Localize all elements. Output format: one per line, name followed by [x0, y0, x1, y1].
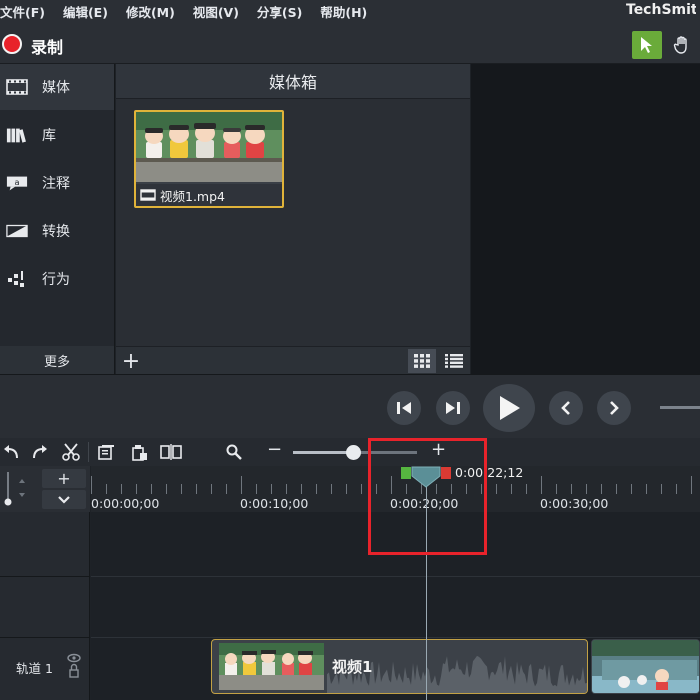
media-bin: 媒体箱 视频1.mp4 + — [116, 64, 470, 374]
menu-edit[interactable]: 编辑(E) — [63, 2, 108, 21]
menu-file[interactable]: 文件(F) — [0, 2, 45, 21]
media-item[interactable]: 视频1.mp4 — [134, 110, 284, 208]
undo-icon — [4, 445, 18, 459]
collapse-tracks-button[interactable] — [42, 490, 86, 509]
hand-icon — [673, 36, 687, 54]
grid-icon — [414, 354, 430, 368]
scissors-icon — [62, 443, 80, 461]
sidebar-more-button[interactable]: 更多 — [0, 346, 114, 374]
track-name[interactable]: 轨道 1 — [16, 658, 53, 677]
magnifier-icon — [226, 444, 242, 460]
svg-text:a: a — [14, 177, 19, 187]
media-bin-footer: + — [116, 346, 470, 374]
redo-button[interactable] — [29, 442, 51, 462]
zoom-out-button[interactable]: − — [267, 439, 282, 460]
record-button-label[interactable]: 录制 — [31, 34, 63, 58]
list-view-button[interactable] — [440, 349, 468, 373]
lane-divider — [91, 576, 700, 577]
ruler-label: 0:00:10;00 — [240, 496, 309, 511]
playback-scrubber[interactable] — [660, 406, 700, 409]
sidebar-item-label: 转换 — [42, 224, 70, 240]
zoom-button[interactable] — [223, 442, 245, 462]
brand-logo: TechSmith — [626, 2, 696, 18]
zoom-slider-handle[interactable] — [346, 445, 361, 460]
track-drag-handle-icon — [19, 479, 25, 497]
previous-marker-button[interactable] — [549, 391, 583, 425]
playback-controls — [0, 374, 700, 438]
chevron-down-icon — [58, 495, 70, 504]
media-item-name: 视频1.mp4 — [160, 188, 225, 204]
cut-button[interactable] — [60, 442, 82, 462]
clip-name: 视频1 — [332, 658, 373, 676]
sidebar-item-label: 媒体 — [42, 80, 70, 96]
library-books-icon — [6, 126, 28, 144]
callout-icon: a — [6, 174, 28, 192]
next-marker-button[interactable] — [597, 391, 631, 425]
track-divider — [0, 637, 90, 638]
timeline-clip-next[interactable] — [591, 639, 700, 694]
menu-view[interactable]: 视图(V) — [193, 2, 239, 21]
ruler-label: 0:00:00;00 — [91, 496, 160, 511]
paste-icon — [132, 445, 147, 461]
undo-button[interactable] — [0, 442, 22, 462]
sidebar-item-label: 行为 — [42, 272, 70, 288]
paste-button[interactable] — [128, 442, 150, 462]
toolbar-divider — [88, 442, 89, 462]
list-icon — [445, 354, 463, 368]
step-forward-icon — [446, 402, 460, 414]
select-tool-button[interactable] — [632, 31, 662, 59]
grid-view-button[interactable] — [408, 349, 436, 373]
split-button[interactable] — [160, 442, 182, 462]
menu-share[interactable]: 分享(S) — [257, 2, 302, 21]
transition-icon — [6, 222, 28, 240]
redo-icon — [33, 445, 47, 459]
track-header-controls: + — [0, 466, 90, 512]
copy-icon — [98, 445, 114, 460]
chevron-left-icon — [561, 401, 570, 415]
step-back-icon — [397, 402, 411, 414]
main-toolbar: 录制 — [0, 22, 700, 64]
sidebar-item-behaviors[interactable]: 行为 — [0, 256, 114, 302]
lane-divider — [91, 637, 700, 638]
media-item-label: 视频1.mp4 — [136, 184, 282, 206]
add-media-button[interactable]: + — [118, 349, 144, 374]
sidebar-item-library[interactable]: 库 — [0, 112, 114, 158]
highlight-box — [368, 438, 487, 555]
track-divider — [0, 576, 90, 577]
sidebar: 媒体 库 a 注释 转换 行为 更多 — [0, 64, 115, 374]
menu-bar: 文件(F) 编辑(E) 修改(M) 视图(V) 分享(S) 帮助(H) Tech… — [0, 0, 700, 22]
menu-help[interactable]: 帮助(H) — [320, 2, 367, 21]
track-visibility-icon[interactable] — [66, 652, 82, 682]
record-icon[interactable] — [2, 34, 22, 54]
clip-thumbnail — [592, 640, 699, 693]
play-button[interactable] — [483, 384, 535, 432]
chevron-right-icon — [610, 401, 619, 415]
track-headers: + 轨道 1 — [0, 466, 90, 700]
film-strip-icon — [6, 78, 28, 96]
play-icon — [500, 396, 520, 420]
split-icon — [160, 444, 182, 460]
sidebar-item-label: 库 — [42, 128, 56, 144]
ruler-label: 0:00:30;00 — [540, 496, 609, 511]
timeline-toolbar: − + — [0, 438, 700, 466]
sidebar-item-transitions[interactable]: 转换 — [0, 208, 114, 254]
video-thumbnail — [136, 112, 282, 182]
menu-modify[interactable]: 修改(M) — [126, 2, 175, 21]
copy-button[interactable] — [95, 442, 117, 462]
sidebar-item-annotations[interactable]: a 注释 — [0, 160, 114, 206]
track-height-slider[interactable] — [4, 472, 12, 506]
media-bin-title: 媒体箱 — [116, 64, 470, 99]
behavior-icon — [6, 270, 28, 288]
timeline-clip[interactable]: 视频1 — [211, 639, 588, 694]
pan-tool-button[interactable] — [667, 31, 697, 59]
clip-thumbnail — [219, 643, 324, 690]
sidebar-item-label: 注释 — [42, 176, 70, 192]
cursor-arrow-icon — [641, 37, 652, 53]
next-frame-button[interactable] — [436, 391, 470, 425]
add-track-button[interactable]: + — [42, 469, 86, 488]
preview-canvas[interactable] — [471, 64, 700, 374]
sidebar-item-media[interactable]: 媒体 — [0, 64, 114, 110]
previous-frame-button[interactable] — [387, 391, 421, 425]
video-file-icon — [140, 189, 156, 201]
